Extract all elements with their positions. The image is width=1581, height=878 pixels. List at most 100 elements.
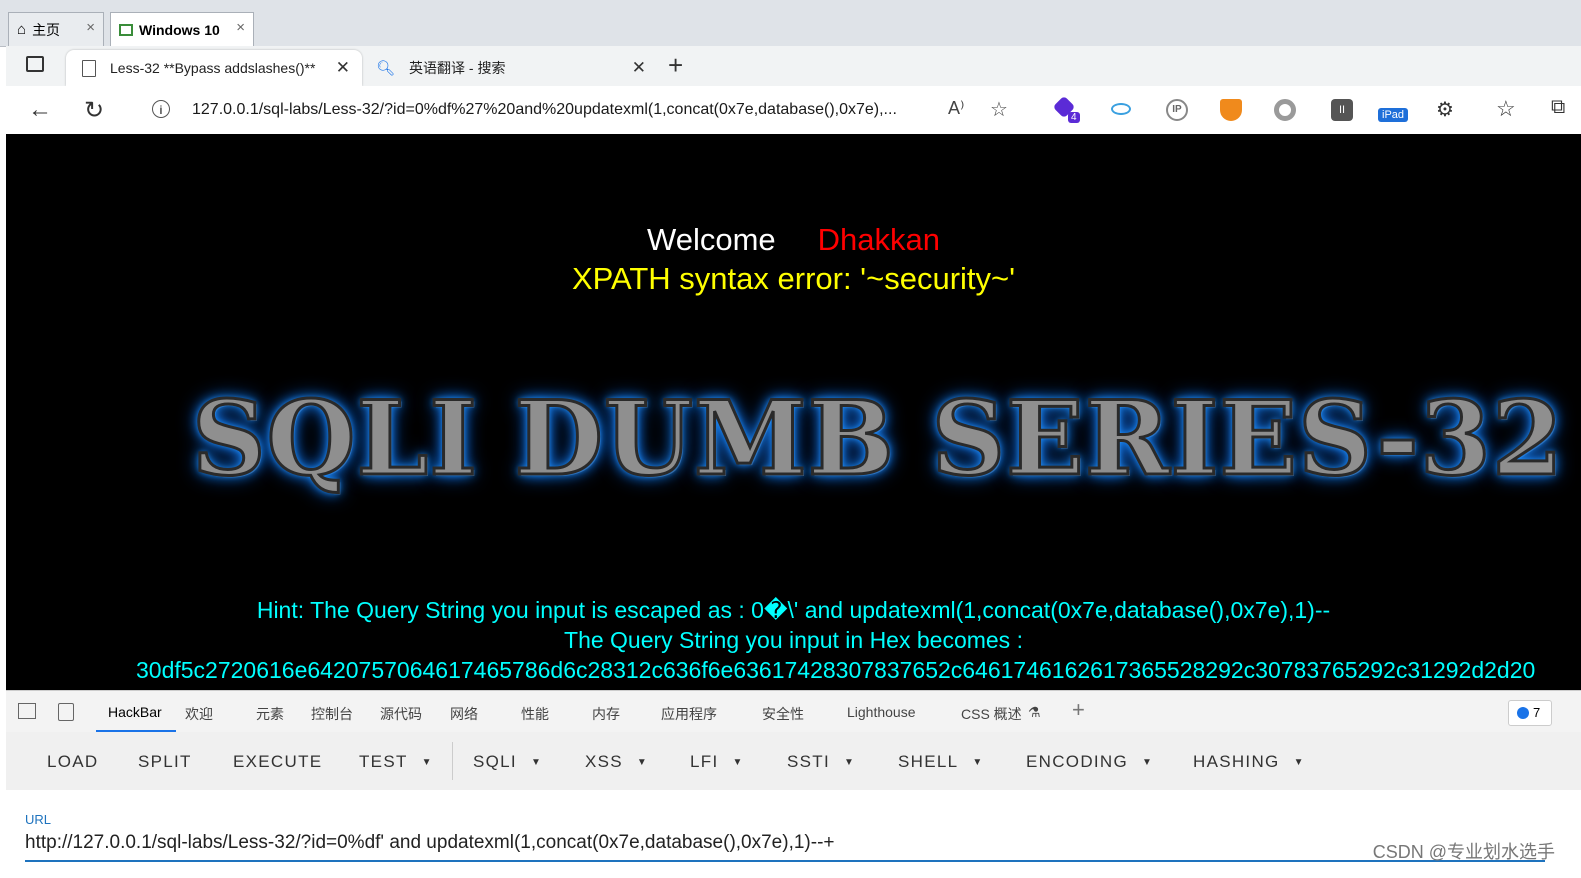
vm-tab-label: Windows 10 — [139, 21, 220, 38]
test-dropdown[interactable]: TEST ▼ — [359, 752, 433, 772]
collections-icon[interactable]: ⧉ — [1551, 96, 1565, 119]
flask-icon: ⚗ — [1028, 704, 1041, 720]
read-aloud-icon[interactable]: A⁾ — [948, 98, 964, 119]
tab-welcome[interactable]: 欢迎 — [185, 704, 213, 724]
pause-extension-icon[interactable]: II — [1331, 99, 1353, 121]
logo-text: SQLI DUMB SERIES-32 — [191, 378, 1565, 501]
button-label: XSS — [585, 752, 623, 771]
favorites-icon[interactable]: ☆ — [1496, 96, 1516, 122]
caret-down-icon: ▼ — [1293, 757, 1305, 768]
user-name: Dhakkan — [817, 222, 940, 257]
extension-badge: 4 — [1068, 112, 1080, 123]
tab-css-overview[interactable]: CSS 概述 — [961, 704, 1022, 724]
hackbar-url-area: URL http://127.0.0.1/sql-labs/Less-32/?i… — [6, 790, 1581, 878]
shell-dropdown[interactable]: SHELL ▼ — [898, 752, 984, 772]
tab-performance[interactable]: 性能 — [521, 704, 549, 724]
favorite-add-icon[interactable]: ☆ — [990, 97, 1008, 122]
close-icon[interactable]: ✕ — [336, 58, 350, 78]
circle-icon[interactable] — [1274, 99, 1296, 121]
info-icon: i — [152, 100, 170, 118]
welcome-line: Welcome Dhakkan — [6, 222, 1581, 258]
caret-down-icon: ▼ — [844, 757, 856, 768]
address-bar[interactable]: i 127.0.0.1/sql-labs/Less-32/?id=0%df%27… — [130, 91, 1030, 129]
close-icon[interactable]: × — [86, 19, 95, 36]
caret-down-icon: ▼ — [421, 757, 433, 768]
hint-hex-label: The Query String you input in Hex become… — [564, 627, 1023, 653]
sqli-dropdown[interactable]: SQLI ▼ — [473, 752, 542, 772]
brave-shield-icon[interactable] — [1220, 99, 1242, 121]
ssti-dropdown[interactable]: SSTI ▼ — [787, 752, 855, 772]
tab-console[interactable]: 控制台 — [311, 704, 353, 724]
url-field[interactable]: http://127.0.0.1/sql-labs/Less-32/?id=0%… — [25, 830, 1545, 862]
devtools-tab-bar: HackBar 欢迎 元素 控制台 源代码 网络 性能 内存 应用程序 安全性 … — [6, 690, 1581, 734]
tab-translate[interactable]: 🔍︎ 英语翻译 - 搜索 ✕ — [362, 50, 658, 86]
url-text[interactable]: 127.0.0.1/sql-labs/Less-32/?id=0%df%27%2… — [192, 101, 936, 119]
web-page: Welcome Dhakkan XPATH syntax error: '~sec… — [6, 134, 1581, 690]
extensions-icon[interactable]: ⚙ — [1436, 97, 1454, 122]
button-label: LFI — [690, 752, 719, 771]
toolbar-divider — [452, 742, 453, 780]
lfi-dropdown[interactable]: LFI ▼ — [690, 752, 744, 772]
button-label: SHELL — [898, 752, 959, 771]
hashing-dropdown[interactable]: HASHING ▼ — [1193, 752, 1305, 772]
message-icon — [1517, 707, 1529, 719]
caret-down-icon: ▼ — [1142, 757, 1154, 768]
button-label: SSTI — [787, 752, 830, 771]
tab-memory[interactable]: 内存 — [592, 704, 620, 724]
vm-icon — [119, 23, 133, 36]
more-tabs-icon[interactable]: + — [1072, 697, 1085, 723]
button-label: ENCODING — [1026, 752, 1129, 771]
hex-string: 30df5c2720616e6420757064617465786d6c2831… — [136, 657, 1536, 683]
caret-down-icon: ▼ — [972, 757, 984, 768]
encoding-dropdown[interactable]: ENCODING ▼ — [1026, 752, 1153, 772]
vm-tab-windows10[interactable]: Windows 10 × — [110, 12, 254, 46]
vm-tab-home[interactable]: ⌂ 主页 × — [8, 12, 104, 46]
tab-lighthouse[interactable]: Lighthouse — [847, 704, 916, 720]
browser-tab-strip: Less-32 **Bypass addslashes()** ✕ 🔍︎ 英语翻… — [6, 46, 1581, 86]
tab-hackbar[interactable]: HackBar — [108, 704, 162, 720]
navigation-bar: ← ↻ i 127.0.0.1/sql-labs/Less-32/?id=0%d… — [6, 86, 1581, 135]
caret-down-icon: ▼ — [732, 757, 744, 768]
button-label: SQLI — [473, 752, 517, 771]
vm-tab-label: 主页 — [32, 21, 61, 38]
split-button[interactable]: SPLIT — [138, 752, 192, 772]
issues-button[interactable]: 7 — [1508, 700, 1552, 726]
caret-down-icon: ▼ — [530, 757, 543, 768]
tab-label: Less-32 **Bypass addslashes()** — [110, 60, 316, 76]
error-message: XPATH syntax error: '~security~' — [571, 261, 1016, 296]
issues-count: 7 — [1533, 705, 1541, 720]
watermark: CSDN @专业划水选手 — [1372, 842, 1555, 862]
tab-actions-icon[interactable] — [26, 56, 44, 72]
tab-elements[interactable]: 元素 — [256, 704, 284, 724]
hackbar-toolbar: LOAD SPLIT EXECUTE TEST ▼ SQLI ▼ XSS ▼ LFI ▼… — [6, 732, 1581, 791]
back-icon[interactable]: ← — [28, 96, 52, 124]
close-icon[interactable]: × — [236, 19, 245, 36]
url-label: URL — [25, 812, 52, 827]
button-label: TEST — [359, 752, 408, 771]
tab-label: 英语翻译 - 搜索 — [409, 60, 506, 76]
device-icon[interactable] — [58, 703, 74, 721]
inspect-icon[interactable] — [18, 703, 36, 719]
load-button[interactable]: LOAD — [47, 752, 99, 772]
home-icon: ⌂ — [17, 21, 27, 38]
search-icon: 🔍︎ — [376, 60, 396, 77]
tab-less32[interactable]: Less-32 **Bypass addslashes()** ✕ — [66, 50, 362, 86]
button-label: HASHING — [1193, 752, 1280, 771]
page-icon — [82, 59, 96, 77]
caret-down-icon: ▼ — [636, 757, 649, 768]
ip-icon[interactable]: IP — [1166, 99, 1188, 121]
tab-application[interactable]: 应用程序 — [661, 704, 717, 724]
tab-sources[interactable]: 源代码 — [380, 704, 422, 724]
tab-network[interactable]: 网络 — [450, 704, 478, 724]
xss-dropdown[interactable]: XSS ▼ — [585, 752, 648, 772]
welcome-text: Welcome — [647, 222, 776, 257]
new-tab-icon[interactable]: + — [668, 50, 683, 81]
close-icon[interactable]: ✕ — [632, 58, 646, 78]
hint-escaped: Hint: The Query String you input is esca… — [256, 597, 1331, 623]
vm-tab-bar: ⌂ 主页 × Windows 10 × — [0, 0, 1581, 47]
ipad-icon[interactable]: iPad — [1378, 108, 1409, 122]
tab-security[interactable]: 安全性 — [762, 704, 804, 724]
refresh-icon[interactable]: ↻ — [84, 96, 104, 125]
execute-button[interactable]: EXECUTE — [233, 752, 322, 772]
eye-icon[interactable] — [1111, 103, 1131, 115]
